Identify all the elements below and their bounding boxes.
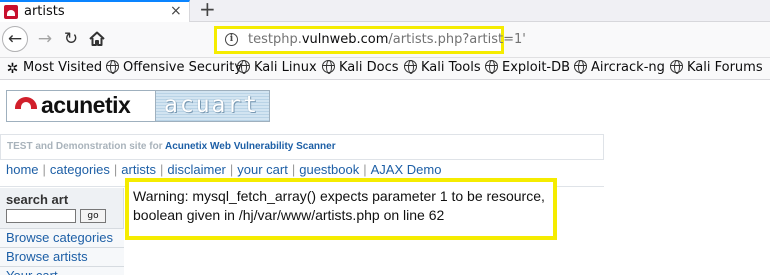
bookmark-label: Kali Forums: [687, 60, 763, 75]
home-icon: [89, 31, 105, 46]
url-text[interactable]: testphp.vulnweb.com/artists.php?artist=1…: [248, 32, 526, 47]
menu-separator: |: [229, 162, 234, 177]
tab-strip: artists × +: [0, 0, 770, 22]
globe-icon: [237, 60, 250, 74]
menu-disclaimer[interactable]: disclaimer: [167, 162, 226, 177]
menu-separator: |: [159, 162, 164, 177]
acuart-logo-text: acuart: [164, 92, 260, 118]
globe-icon: [485, 60, 498, 74]
url-host-prefix: testphp.: [248, 32, 302, 47]
bookmark-kali-linux[interactable]: Kali Linux: [237, 60, 317, 78]
bookmark-label: Kali Docs: [339, 60, 399, 75]
menu-separator: |: [291, 162, 296, 177]
bookmarks-toolbar: ✲ Most Visited Offensive Security Kali Li…: [0, 58, 770, 80]
menu-your-cart[interactable]: your cart: [237, 162, 288, 177]
tagline-bar: TEST and Demonstration site for Acunetix…: [0, 134, 604, 160]
sql-warning-message: Warning: mysql_fetch_array() expects par…: [133, 188, 545, 223]
acunetix-logo: acunetix: [7, 91, 155, 121]
bookmark-aircrack-ng[interactable]: Aircrack-ng: [574, 60, 665, 78]
address-bar[interactable]: i testphp.vulnweb.com/artists.php?artist…: [214, 26, 526, 54]
home-button[interactable]: [84, 26, 110, 52]
scanner-link[interactable]: Acunetix Web Vulnerability Scanner: [165, 141, 336, 152]
globe-icon: [670, 60, 683, 74]
bookmark-label: Offensive Security: [123, 60, 243, 75]
menu-categories[interactable]: categories: [50, 162, 110, 177]
bookmark-label: Kali Tools: [421, 60, 481, 75]
menu-separator: |: [113, 162, 118, 177]
back-button[interactable]: ←: [2, 26, 28, 52]
sql-warning-highlight: Warning: mysql_fetch_array() expects par…: [125, 178, 557, 240]
tab-title: artists: [24, 4, 65, 19]
bookmark-offensive-security[interactable]: Offensive Security: [106, 60, 242, 78]
tab-artists[interactable]: artists ×: [0, 0, 190, 22]
site-logo[interactable]: acunetix acuart: [6, 90, 270, 122]
url-path: /artists.php?artist=1': [388, 32, 526, 47]
menu-home[interactable]: home: [6, 162, 39, 177]
acunetix-logo-text: acunetix: [41, 92, 131, 118]
bookmark-most-visited[interactable]: ✲ Most Visited: [6, 60, 103, 78]
sidebar-link-browse-artists[interactable]: Browse artists: [0, 247, 124, 266]
sidebar-link-your-cart[interactable]: Your cart: [0, 266, 124, 275]
globe-icon: [574, 60, 587, 74]
globe-icon: [106, 60, 119, 74]
site-info-icon[interactable]: i: [225, 33, 238, 46]
acunetix-favicon-icon: [4, 5, 18, 19]
close-tab-icon[interactable]: ×: [170, 3, 182, 19]
search-go-button[interactable]: go: [80, 209, 106, 223]
bookmark-label: Exploit-DB: [502, 60, 571, 75]
bookmark-kali-forums[interactable]: Kali Forums: [670, 60, 763, 78]
sidebar-link-browse-categories[interactable]: Browse categories: [0, 228, 124, 247]
acuart-banner: acuart: [155, 91, 269, 121]
sidebar: search art go Browse categories Browse a…: [0, 188, 124, 275]
forward-button[interactable]: →: [32, 26, 58, 52]
globe-icon: [404, 60, 417, 74]
globe-icon: [322, 60, 335, 74]
bookmark-label: Most Visited: [23, 60, 103, 75]
gear-icon: ✲: [6, 61, 19, 77]
new-tab-button[interactable]: +: [199, 0, 216, 21]
url-domain: vulnweb.com: [301, 32, 389, 47]
bookmark-label: Kali Linux: [254, 60, 317, 75]
search-art-heading: search art: [6, 192, 69, 207]
tagline-prefix: TEST and Demonstration site for: [7, 141, 165, 152]
menu-artists[interactable]: artists: [121, 162, 156, 177]
menu-separator: |: [363, 162, 367, 177]
menu-ajax-demo[interactable]: AJAX Demo: [371, 162, 442, 177]
reload-button[interactable]: ↻: [58, 26, 84, 52]
bookmark-kali-tools[interactable]: Kali Tools: [404, 60, 481, 78]
bookmark-kali-docs[interactable]: Kali Docs: [322, 60, 399, 78]
search-art-input[interactable]: [6, 209, 76, 223]
tagline: TEST and Demonstration site for Acunetix…: [7, 141, 336, 152]
bookmark-exploit-db[interactable]: Exploit-DB: [485, 60, 570, 78]
menu-separator: |: [42, 162, 46, 177]
acunetix-mark-icon: [15, 97, 37, 109]
menu-guestbook[interactable]: guestbook: [299, 162, 359, 177]
bookmark-label: Aircrack-ng: [591, 60, 665, 75]
